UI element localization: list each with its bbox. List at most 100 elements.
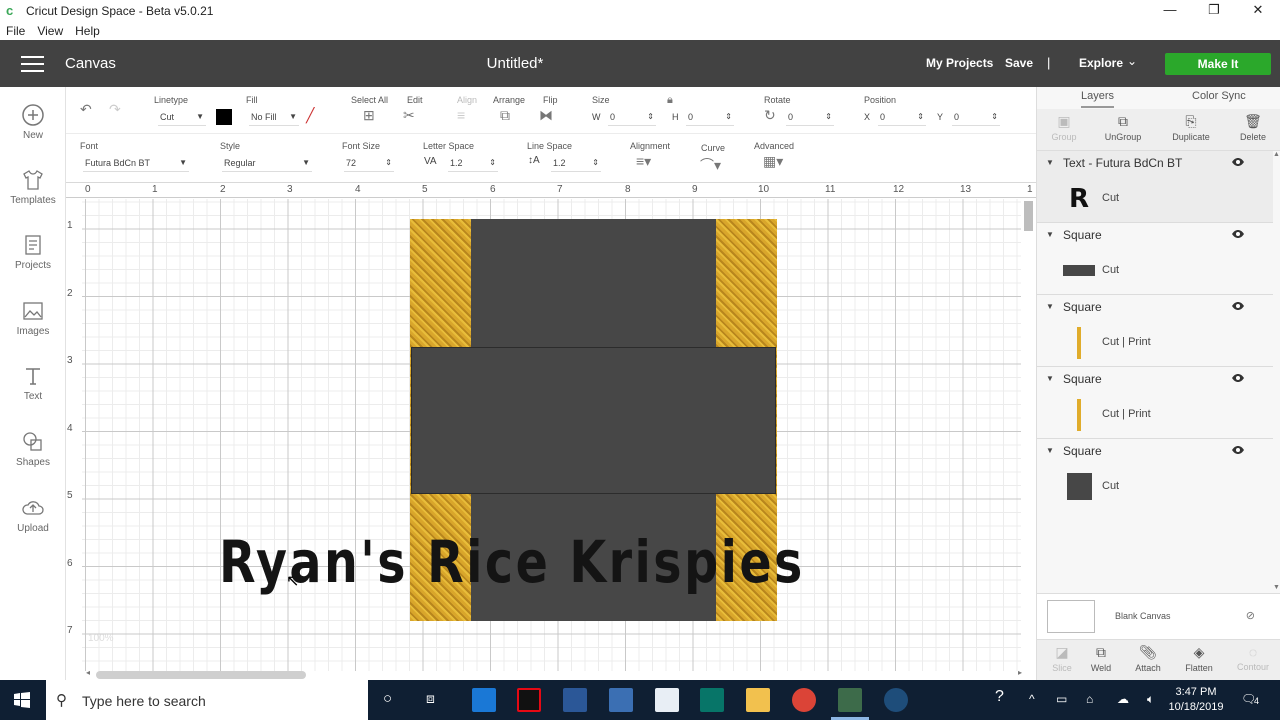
collapse-triangle-icon[interactable]: ▼ (1046, 446, 1054, 455)
x-position-input[interactable]: 0 ⇕ (878, 108, 926, 126)
eye-icon[interactable] (1231, 229, 1245, 239)
delete-button[interactable]: 🗑︎ Delete (1228, 113, 1278, 142)
linetype-select[interactable]: Cut ▼ (158, 108, 206, 126)
rotate-input[interactable]: 0 ⇕ (786, 108, 834, 126)
explore-dropdown[interactable]: Explore (1079, 56, 1123, 70)
tab-color-sync[interactable]: Color Sync (1192, 90, 1246, 102)
chrome-icon[interactable] (792, 688, 816, 712)
scroll-up-arrow-icon[interactable]: ▲ (1273, 151, 1280, 158)
collapse-triangle-icon[interactable]: ▼ (1046, 374, 1054, 383)
ungroup-button[interactable]: ⧉ UnGroup (1098, 113, 1148, 142)
word-icon[interactable] (563, 688, 587, 712)
save-button[interactable]: Save (1005, 56, 1033, 70)
sidebar-item-images[interactable]: Images (0, 299, 66, 337)
store-icon[interactable] (609, 688, 633, 712)
scroll-right-arrow-icon[interactable]: ▸ (1018, 668, 1022, 677)
system-clock[interactable]: 3:47 PM 10/18/2019 (1164, 685, 1228, 715)
netflix-icon[interactable] (517, 688, 541, 712)
menu-help[interactable]: Help (75, 24, 100, 38)
close-icon[interactable]: ✕ (1236, 0, 1280, 22)
flip-icon[interactable]: ⧓ (539, 107, 553, 124)
fill-select[interactable]: No Fill ▼ (249, 108, 299, 126)
eye-hidden-icon[interactable]: ⊘ (1246, 609, 1255, 622)
sidebar-item-shapes[interactable]: Shapes (0, 430, 66, 468)
style-select[interactable]: Regular ▼ (222, 154, 312, 172)
eye-icon[interactable] (1231, 445, 1245, 455)
edge-icon[interactable] (472, 688, 496, 712)
layer-item[interactable]: Cut (1037, 463, 1273, 511)
taskbar-search[interactable]: ⚲ Type here to search (46, 680, 368, 720)
design-canvas[interactable]: 0 1 2 3 4 5 6 7 8 9 10 11 12 13 1 1 2 3 … (66, 183, 1036, 680)
layer-item[interactable]: Cut (1037, 247, 1273, 295)
zoom-level[interactable]: 100% (88, 633, 114, 644)
volume-icon[interactable]: 🔈︎ (1147, 692, 1154, 707)
menu-file[interactable]: File (6, 24, 25, 38)
minimize-icon[interactable]: — (1148, 0, 1192, 22)
layer-group[interactable]: ▼ Square Cut (1037, 439, 1273, 511)
collapse-triangle-icon[interactable]: ▼ (1046, 158, 1054, 167)
vertical-scrollbar[interactable] (1021, 198, 1036, 680)
weld-button[interactable]: ⧉ Weld (1076, 644, 1126, 673)
scroll-thumb[interactable] (1024, 201, 1033, 231)
mail-icon[interactable] (655, 688, 679, 712)
horizontal-scrollbar[interactable]: ◂ ▸ (82, 668, 1022, 680)
sidebar-item-upload[interactable]: Upload (0, 496, 66, 534)
advanced-icon[interactable]: ▦▾ (763, 153, 783, 170)
edit-scissors-icon[interactable]: ✂ (403, 107, 415, 124)
help-icon[interactable]: ? (995, 688, 1004, 706)
contour-button[interactable]: ◌ Contour (1228, 644, 1278, 672)
layer-header[interactable]: ▼ Text - Futura BdCn BT (1037, 151, 1273, 175)
select-all-icon[interactable]: ⊞ (363, 107, 375, 124)
scroll-down-arrow-icon[interactable]: ▼ (1273, 584, 1280, 591)
cricut-taskbar-icon[interactable] (838, 688, 862, 712)
group-button[interactable]: ▣ Group (1039, 113, 1089, 142)
file-explorer-icon[interactable] (746, 688, 770, 712)
restore-icon[interactable]: ❐ (1192, 0, 1236, 22)
letter-space-input[interactable]: 1.2 ⇕ (448, 154, 498, 172)
font-select[interactable]: Futura BdCn BT ▼ (83, 154, 189, 172)
design-square-center-band[interactable] (411, 347, 776, 494)
fill-slash-icon[interactable]: ╱ (306, 107, 314, 124)
arrange-icon[interactable]: ⧉ (500, 107, 510, 124)
cloud-icon[interactable]: ☁ (1117, 692, 1129, 706)
redo-icon[interactable]: ↷ (109, 101, 121, 118)
blank-canvas-row[interactable]: Blank Canvas ⊘ (1037, 593, 1280, 639)
flatten-button[interactable]: ◈ Flatten (1174, 644, 1224, 673)
layer-header[interactable]: ▼ Square (1037, 439, 1273, 463)
layer-group[interactable]: ▼ Square Cut (1037, 223, 1273, 295)
network-icon[interactable]: ⌂ (1086, 692, 1093, 706)
publisher-icon[interactable] (700, 688, 724, 712)
layer-item[interactable]: R Cut (1037, 175, 1273, 223)
my-projects-link[interactable]: My Projects (926, 56, 993, 70)
layer-header[interactable]: ▼ Square (1037, 295, 1273, 319)
layer-group[interactable]: ▼ Square Cut | Print (1037, 367, 1273, 439)
sidebar-item-text[interactable]: Text (0, 364, 66, 402)
collapse-triangle-icon[interactable]: ▼ (1046, 302, 1054, 311)
layer-item[interactable]: Cut | Print (1037, 391, 1273, 439)
duplicate-button[interactable]: ⎘ Duplicate (1166, 113, 1216, 142)
sidebar-item-new[interactable]: New (0, 103, 66, 141)
collapse-triangle-icon[interactable]: ▼ (1046, 230, 1054, 239)
tab-layers[interactable]: Layers (1081, 90, 1115, 108)
windows-start-icon[interactable] (14, 692, 30, 708)
task-view-icon[interactable]: ⧈ (426, 690, 435, 707)
menu-view[interactable]: View (37, 24, 63, 38)
curve-icon[interactable]: ⌒▾ (700, 155, 721, 175)
layer-item[interactable]: Cut | Print (1037, 319, 1273, 367)
battery-icon[interactable]: ▭ (1056, 692, 1067, 706)
scroll-left-arrow-icon[interactable]: ◂ (86, 668, 90, 677)
eye-icon[interactable] (1231, 301, 1245, 311)
width-input[interactable]: 0 ⇕ (608, 108, 656, 126)
design-text[interactable]: Ryan's Rice Krispies (219, 528, 805, 596)
undo-icon[interactable]: ↶ (80, 101, 92, 118)
eye-icon[interactable] (1231, 373, 1245, 383)
make-it-button[interactable]: Make It (1165, 53, 1271, 75)
y-position-input[interactable]: 0 ⇕ (952, 108, 1000, 126)
blank-canvas-swatch[interactable] (1047, 600, 1095, 633)
sidebar-item-projects[interactable]: Projects (0, 233, 66, 271)
chevron-up-icon[interactable]: ^ (1029, 692, 1035, 706)
line-space-input[interactable]: 1.2 ⇕ (551, 154, 601, 172)
cortana-icon[interactable]: ○ (383, 690, 392, 707)
height-input[interactable]: 0 ⇕ (686, 108, 734, 126)
font-size-input[interactable]: 72 ⇕ (344, 154, 394, 172)
